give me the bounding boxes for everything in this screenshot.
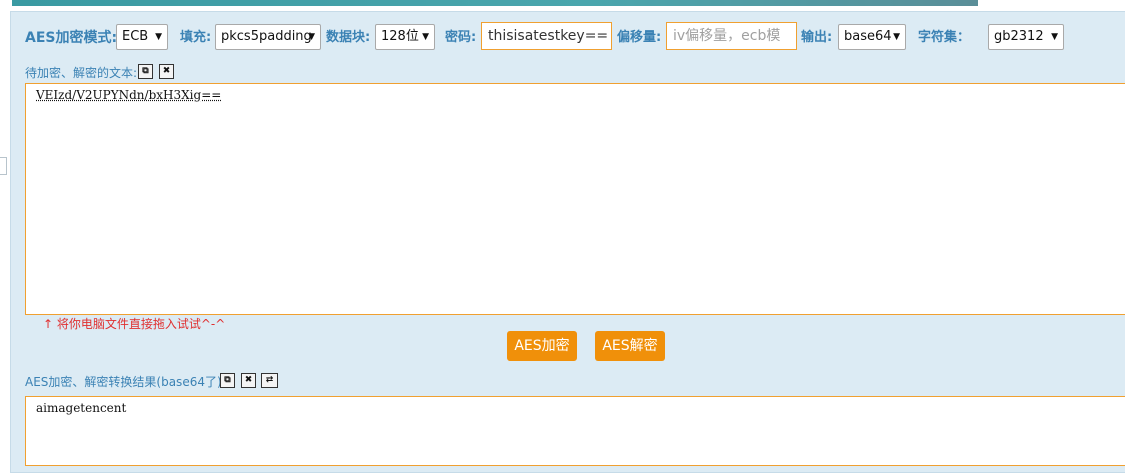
key-label: 密码: bbox=[445, 30, 477, 45]
input-textarea[interactable]: VEIzd/V2UPYNdn/bxH3Xig== bbox=[25, 83, 1125, 315]
output-text-label: AES加密、解密转换结果(base64了): bbox=[25, 375, 226, 389]
aes-tool-panel: AES加密模式: ECB ▼ 填充: pkcs5padding ▼ 数据块: 1… bbox=[10, 11, 1125, 473]
copy-input-button[interactable]: ⧉ bbox=[138, 64, 153, 79]
charset-label: 字符集： bbox=[918, 30, 971, 45]
charset-select-value: gb2312 bbox=[994, 29, 1044, 44]
block-select-value: 128位 bbox=[381, 29, 419, 44]
clear-icon: ✖ bbox=[162, 66, 171, 76]
block-label: 数据块: bbox=[326, 30, 371, 45]
block-size-select[interactable]: 128位 ▼ bbox=[375, 24, 435, 50]
clear-input-button[interactable]: ✖ bbox=[159, 64, 174, 79]
key-input[interactable]: thisisatestkey== bbox=[481, 22, 612, 50]
output-label: 输出: bbox=[801, 30, 833, 45]
mode-label: AES加密模式: bbox=[25, 30, 118, 46]
swap-button[interactable]: ⇄ bbox=[261, 373, 278, 388]
chevron-down-icon: ▼ bbox=[1051, 32, 1058, 42]
output-format-select[interactable]: base64 ▼ bbox=[838, 24, 906, 50]
chevron-down-icon: ▼ bbox=[308, 32, 315, 42]
output-textarea[interactable]: aimagetencent bbox=[25, 396, 1125, 466]
charset-select[interactable]: gb2312 ▼ bbox=[988, 24, 1064, 50]
options-toolbar: AES加密模式: ECB ▼ 填充: pkcs5padding ▼ 数据块: 1… bbox=[11, 12, 1125, 62]
chevron-down-icon: ▼ bbox=[893, 32, 900, 42]
padding-label: 填充: bbox=[180, 30, 212, 45]
output-text: aimagetencent bbox=[36, 401, 127, 415]
iv-label: 偏移量: bbox=[617, 30, 662, 45]
mode-select[interactable]: ECB ▼ bbox=[116, 24, 168, 50]
clear-icon: ✖ bbox=[244, 375, 253, 385]
input-text: VEIzd/V2UPYNdn/bxH3Xig== bbox=[36, 88, 222, 102]
mode-select-value: ECB bbox=[122, 29, 149, 44]
copy-output-button[interactable]: ⧉ bbox=[220, 373, 235, 388]
output-select-value: base64 bbox=[844, 29, 892, 44]
side-tab[interactable] bbox=[0, 157, 7, 175]
input-text-label: 待加密、解密的文本: bbox=[25, 66, 138, 80]
aes-encrypt-button[interactable]: AES加密 bbox=[507, 331, 577, 361]
copy-icon: ⧉ bbox=[224, 375, 231, 385]
iv-input[interactable]: iv偏移量，ecb模 bbox=[666, 22, 797, 50]
chevron-down-icon: ▼ bbox=[155, 32, 162, 42]
header-banner-strip bbox=[12, 0, 978, 6]
drag-drop-hint: ↑ 将你电脑文件直接拖入试试^-^ bbox=[43, 317, 226, 331]
clear-output-button[interactable]: ✖ bbox=[241, 373, 256, 388]
padding-select[interactable]: pkcs5padding ▼ bbox=[215, 24, 321, 50]
copy-icon: ⧉ bbox=[142, 66, 149, 76]
aes-decrypt-button[interactable]: AES解密 bbox=[595, 331, 665, 361]
padding-select-value: pkcs5padding bbox=[221, 29, 312, 44]
chevron-down-icon: ▼ bbox=[422, 32, 429, 42]
swap-icon: ⇄ bbox=[265, 375, 274, 385]
